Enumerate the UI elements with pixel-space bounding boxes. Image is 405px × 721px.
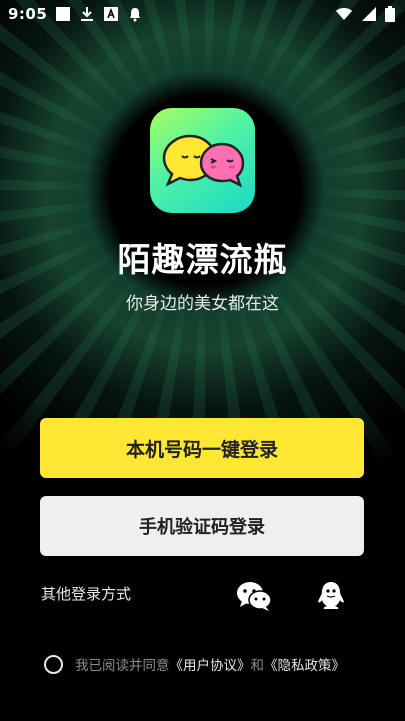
- square-icon: [56, 7, 71, 21]
- download-icon: [81, 7, 94, 21]
- agreement-conjunction: 和: [250, 658, 265, 674]
- privacy-policy-link[interactable]: 《隐私政策》: [264, 654, 345, 674]
- wechat-icon[interactable]: [236, 580, 272, 612]
- background-tunnel-art: [0, 0, 405, 460]
- signal-icon: [362, 7, 376, 21]
- status-bar-left: 9:05: [8, 5, 143, 23]
- status-time: 9:05: [8, 5, 48, 23]
- agreement-row: 我已阅读并同意 《用户协议》 和 《隐私政策》: [44, 654, 345, 674]
- wifi-icon: [336, 8, 352, 20]
- user-agreement-link[interactable]: 《用户协议》: [170, 654, 251, 674]
- battery-icon: [385, 6, 395, 22]
- notification-bell-icon: [130, 8, 141, 22]
- other-login-methods-label: 其他登录方式: [41, 585, 132, 603]
- status-bar-right: [335, 6, 395, 22]
- app-slogan: 你身边的美女都在这: [126, 294, 279, 314]
- onekey-login-button[interactable]: 本机号码一键登录: [40, 418, 364, 478]
- status-bar: 9:05: [0, 0, 405, 28]
- qq-icon[interactable]: [313, 580, 349, 612]
- chat-bubbles-logo-icon: [150, 108, 255, 213]
- agreement-radio[interactable]: [44, 654, 63, 674]
- sms-login-button[interactable]: 手机验证码登录: [40, 496, 364, 556]
- agreement-prefix: 我已阅读并同意: [75, 658, 170, 674]
- a-badge-icon: [104, 7, 119, 21]
- app-name: 陌趣漂流瓶: [117, 240, 288, 279]
